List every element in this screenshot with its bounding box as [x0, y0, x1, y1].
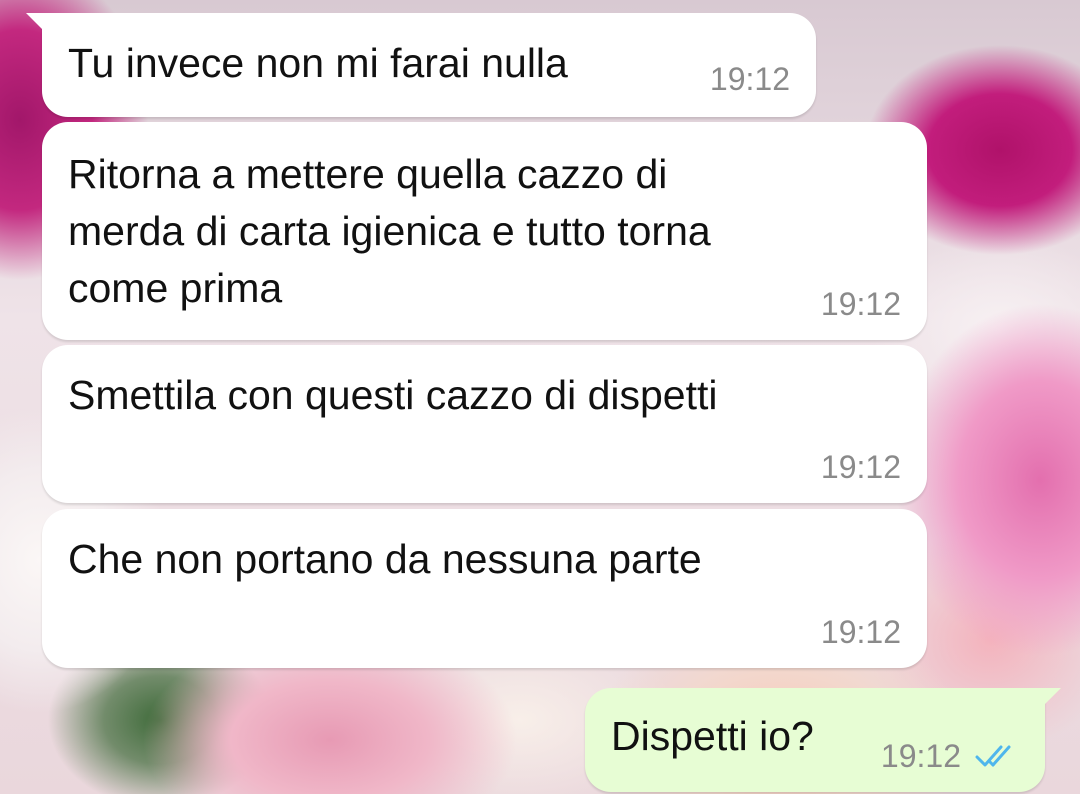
message-text: Tu invece non mi farai nulla — [68, 40, 568, 86]
message-text: Smettila con questi cazzo di dispetti — [68, 372, 718, 418]
message-bubble-incoming[interactable]: Tu invece non mi farai nulla 19:12 — [26, 13, 816, 117]
message-bubble-incoming[interactable]: Ritorna a mettere quella cazzo di merda … — [42, 122, 927, 340]
message-time: 19:12 — [880, 738, 961, 774]
message-bubble-incoming[interactable]: Che non portano da nessuna parte 19:12 — [42, 509, 927, 668]
message-text: Dispetti io? — [611, 713, 814, 759]
bubble-tail — [1039, 688, 1061, 710]
message-time: 19:12 — [820, 614, 901, 650]
bubble-tail — [26, 13, 48, 35]
message-bubble-incoming[interactable]: Smettila con questi cazzo di dispetti 19… — [42, 345, 927, 503]
double-check-icon — [975, 745, 1011, 767]
message-bubble-outgoing[interactable]: Dispetti io? 19:12 — [585, 688, 1061, 792]
message-time: 19:12 — [820, 449, 901, 485]
message-text: Ritorna a mettere quella cazzo di merda … — [68, 151, 711, 311]
message-time: 19:12 — [820, 286, 901, 322]
message-time: 19:12 — [709, 61, 790, 97]
message-text: Che non portano da nessuna parte — [68, 536, 702, 582]
